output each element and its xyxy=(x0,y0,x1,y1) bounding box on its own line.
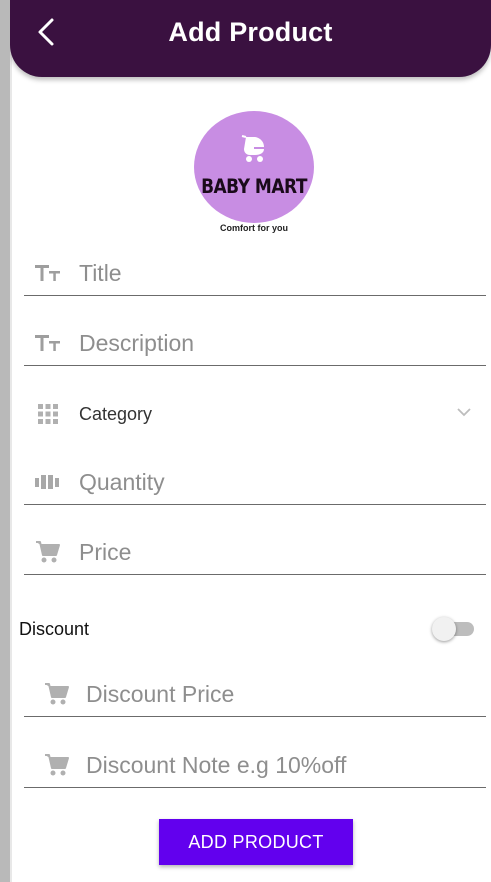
stroller-icon xyxy=(241,135,264,162)
cart-icon xyxy=(35,539,61,565)
quantity-input[interactable] xyxy=(79,465,479,499)
discount-row: Discount xyxy=(10,612,491,646)
cart-icon xyxy=(44,752,70,778)
discount-price-input[interactable] xyxy=(86,677,486,711)
add-product-button[interactable]: ADD PRODUCT xyxy=(159,819,353,865)
discount-toggle[interactable] xyxy=(432,617,478,641)
quantity-field xyxy=(24,461,486,505)
description-field xyxy=(24,322,486,366)
text-size-icon xyxy=(35,330,61,356)
logo-circle xyxy=(194,111,314,223)
description-input[interactable] xyxy=(79,326,479,360)
title-input[interactable] xyxy=(79,256,479,290)
chevron-down-icon xyxy=(457,408,471,417)
app-bar: Add Product xyxy=(10,0,491,77)
category-dropdown[interactable]: Category xyxy=(24,393,486,437)
brand-logo: BABY MART Comfort for you xyxy=(194,111,314,235)
add-product-screen: Add Product BABY MART Comfort for you Ti… xyxy=(10,0,491,882)
discount-note-field xyxy=(24,744,486,788)
inventory-icon xyxy=(35,469,61,495)
price-field xyxy=(24,531,486,575)
discount-label: Discount xyxy=(19,619,90,639)
price-input[interactable] xyxy=(79,535,479,569)
discount-note-input[interactable] xyxy=(86,748,486,782)
grid-icon xyxy=(35,401,61,427)
cart-icon xyxy=(44,681,70,707)
page-title: Add Product xyxy=(168,17,333,47)
title-field xyxy=(24,252,486,296)
logo-tagline: Comfort for you xyxy=(220,223,288,233)
text-size-icon xyxy=(35,260,61,286)
category-selected: Category xyxy=(79,404,153,424)
discount-price-field xyxy=(24,673,486,717)
toggle-thumb xyxy=(432,617,456,641)
logo-name: BABY MART xyxy=(201,175,307,199)
